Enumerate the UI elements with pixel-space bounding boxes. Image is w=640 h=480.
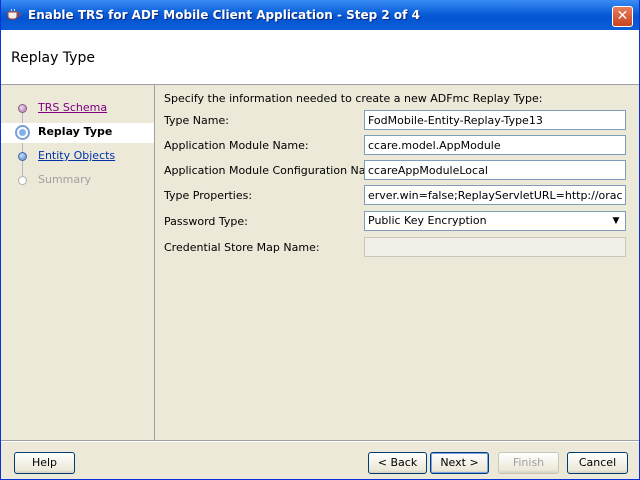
step-visited-icon — [18, 104, 27, 113]
nav-step-label: Replay Type — [38, 125, 113, 138]
app-module-name-input[interactable] — [364, 135, 626, 155]
next-button[interactable]: Next > — [430, 452, 489, 474]
cancel-button[interactable]: Cancel — [567, 452, 628, 474]
app-module-config-input[interactable] — [364, 160, 626, 180]
dialog-window: Enable TRS for ADF Mobile Client Applica… — [0, 0, 640, 480]
app-module-name-label: Application Module Name: — [164, 139, 309, 152]
instruction-text: Specify the information needed to create… — [164, 92, 543, 105]
type-properties-label: Type Properties: — [164, 189, 253, 202]
password-type-select[interactable]: Public Key Encryption ▼ — [364, 211, 626, 231]
nav-step-label[interactable]: Entity Objects — [38, 149, 115, 162]
title-bar[interactable]: Enable TRS for ADF Mobile Client Applica… — [1, 0, 639, 30]
step-current-icon — [15, 125, 30, 140]
nav-step-label: Summary — [38, 173, 92, 186]
type-properties-input[interactable] — [364, 185, 626, 205]
step-pending-icon — [18, 152, 27, 161]
nav-step-summary: Summary — [1, 171, 154, 191]
wizard-step-nav: TRS Schema Replay Type Entity Objects Su… — [1, 85, 155, 440]
page-title: Replay Type — [11, 50, 95, 66]
coffee-cup-icon — [7, 9, 21, 20]
type-name-input[interactable] — [364, 110, 626, 130]
button-bar: Help < Back Next > Finish Cancel — [1, 441, 639, 480]
nav-step-entity-objects[interactable]: Entity Objects — [1, 147, 154, 167]
type-name-label: Type Name: — [164, 114, 229, 127]
app-module-config-label: Application Module Configuration Name: — [164, 164, 387, 177]
credential-store-map-label: Credential Store Map Name: — [164, 241, 320, 254]
step-disabled-icon — [18, 176, 27, 185]
back-button[interactable]: < Back — [368, 452, 427, 474]
nav-step-replay-type: Replay Type — [1, 123, 154, 143]
close-icon: ✕ — [616, 8, 629, 24]
credential-store-map-input — [364, 237, 626, 257]
password-type-value: Public Key Encryption — [368, 214, 487, 227]
close-button[interactable]: ✕ — [612, 6, 633, 27]
nav-step-trs-schema[interactable]: TRS Schema — [1, 99, 154, 119]
finish-button: Finish — [498, 452, 559, 474]
dropdown-arrow-icon[interactable]: ▼ — [608, 213, 624, 229]
page-header: Replay Type — [1, 30, 639, 85]
window-title: Enable TRS for ADF Mobile Client Applica… — [28, 8, 420, 22]
password-type-label: Password Type: — [164, 215, 248, 228]
help-button[interactable]: Help — [14, 452, 75, 474]
nav-step-label[interactable]: TRS Schema — [38, 101, 107, 114]
